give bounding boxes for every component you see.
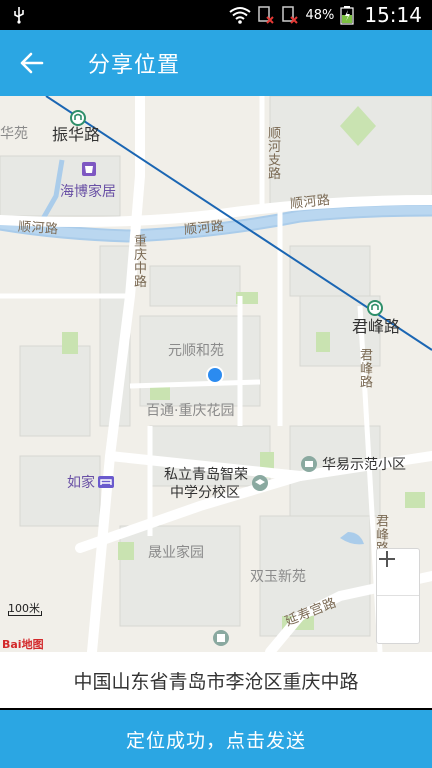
- wifi-icon: [229, 7, 252, 24]
- zoom-out-button[interactable]: [377, 558, 419, 642]
- community-poi-icon: [301, 456, 317, 472]
- current-location-marker: [206, 366, 224, 384]
- battery-charging-icon: [340, 6, 354, 25]
- shopping-poi-icon: [82, 162, 96, 176]
- map-label: 振华路: [52, 125, 101, 144]
- sim1-no-signal-icon: [258, 6, 275, 24]
- map-label: 私立青岛智荣: [164, 467, 248, 483]
- map-label: 华苑: [0, 126, 28, 142]
- map-label: 君峰路: [357, 348, 372, 389]
- map-label: 晟业家园: [148, 545, 204, 561]
- address-text: 中国山东省青岛市李沧区重庆中路: [0, 652, 432, 708]
- building-poi-icon: [213, 630, 229, 646]
- send-location-button[interactable]: 定位成功，点击发送: [0, 710, 432, 768]
- map-label: 中学分校区: [170, 485, 240, 501]
- sim2-no-signal-icon: [282, 6, 299, 24]
- map-label: 顺河路: [183, 218, 226, 239]
- hotel-poi-icon: [98, 476, 114, 488]
- school-poi-icon: [252, 475, 268, 491]
- usb-icon: [14, 7, 24, 24]
- map-label: 重庆中路: [131, 234, 146, 288]
- map-label: 元顺和苑: [168, 343, 224, 359]
- page-title: 分享位置: [88, 53, 181, 78]
- map-label: 顺河支路: [265, 126, 280, 180]
- subway-station-icon: [367, 300, 383, 316]
- map-label: 顺河路: [289, 192, 332, 213]
- battery-percent: 48%: [305, 7, 335, 23]
- status-bar: 48% 15:14: [0, 0, 432, 30]
- map-label: 海博家居: [60, 184, 116, 200]
- map-scale-bar: [8, 611, 42, 616]
- map-label: 双玉新苑: [250, 569, 306, 585]
- map-label: 君峰路: [352, 317, 401, 336]
- map-label: 如家: [67, 475, 95, 491]
- clock: 15:14: [364, 3, 422, 27]
- minus-icon: [379, 558, 395, 560]
- app-bar: 分享位置: [0, 30, 432, 96]
- zoom-control: [376, 548, 420, 644]
- map-label: 华易示范小区: [322, 457, 406, 473]
- map-view[interactable]: 华苑 振华路 海博家居 顺河支路 顺河路 顺河路 顺河路 重庆中路 君峰路 君峰…: [0, 96, 432, 652]
- map-label: 顺河路: [17, 219, 59, 238]
- map-label: 百通·重庆花园: [146, 403, 235, 419]
- subway-station-icon: [70, 110, 86, 126]
- baidu-map-logo: Bai地图: [2, 638, 44, 651]
- back-arrow-icon[interactable]: [18, 50, 46, 76]
